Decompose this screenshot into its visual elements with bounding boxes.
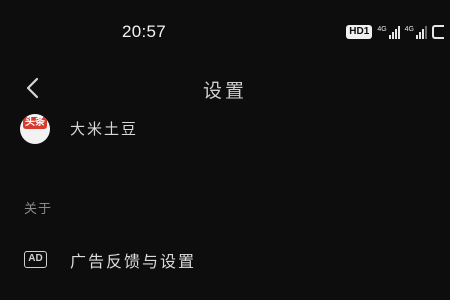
signal-icon-1: 4G [377,25,400,39]
ad-settings-label: 广告反馈与设置 [70,252,197,271]
nav-header: 设置 [0,66,450,112]
account-row[interactable]: 头条 大米土豆 [0,114,450,150]
avatar: 头条 [20,114,50,144]
account-name: 大米土豆 [70,120,139,138]
status-bar: 20:57 HD1 4G 4G [0,0,450,64]
signal-icon-2: 4G [404,25,427,39]
status-time: 20:57 [122,22,167,41]
hd-voice-icon: HD1 [346,25,373,39]
status-icons: HD1 4G 4G [346,25,444,39]
ad-icon: AD [24,251,47,268]
avatar-logo-text: 头条 [23,117,47,129]
network-type-label: 4G [404,25,414,33]
battery-icon [432,25,444,39]
network-type-label: 4G [377,25,387,33]
section-header-about: 关于 [24,202,53,217]
ad-settings-row[interactable]: AD 广告反馈与设置 [0,244,450,278]
page-title: 设置 [202,80,247,102]
